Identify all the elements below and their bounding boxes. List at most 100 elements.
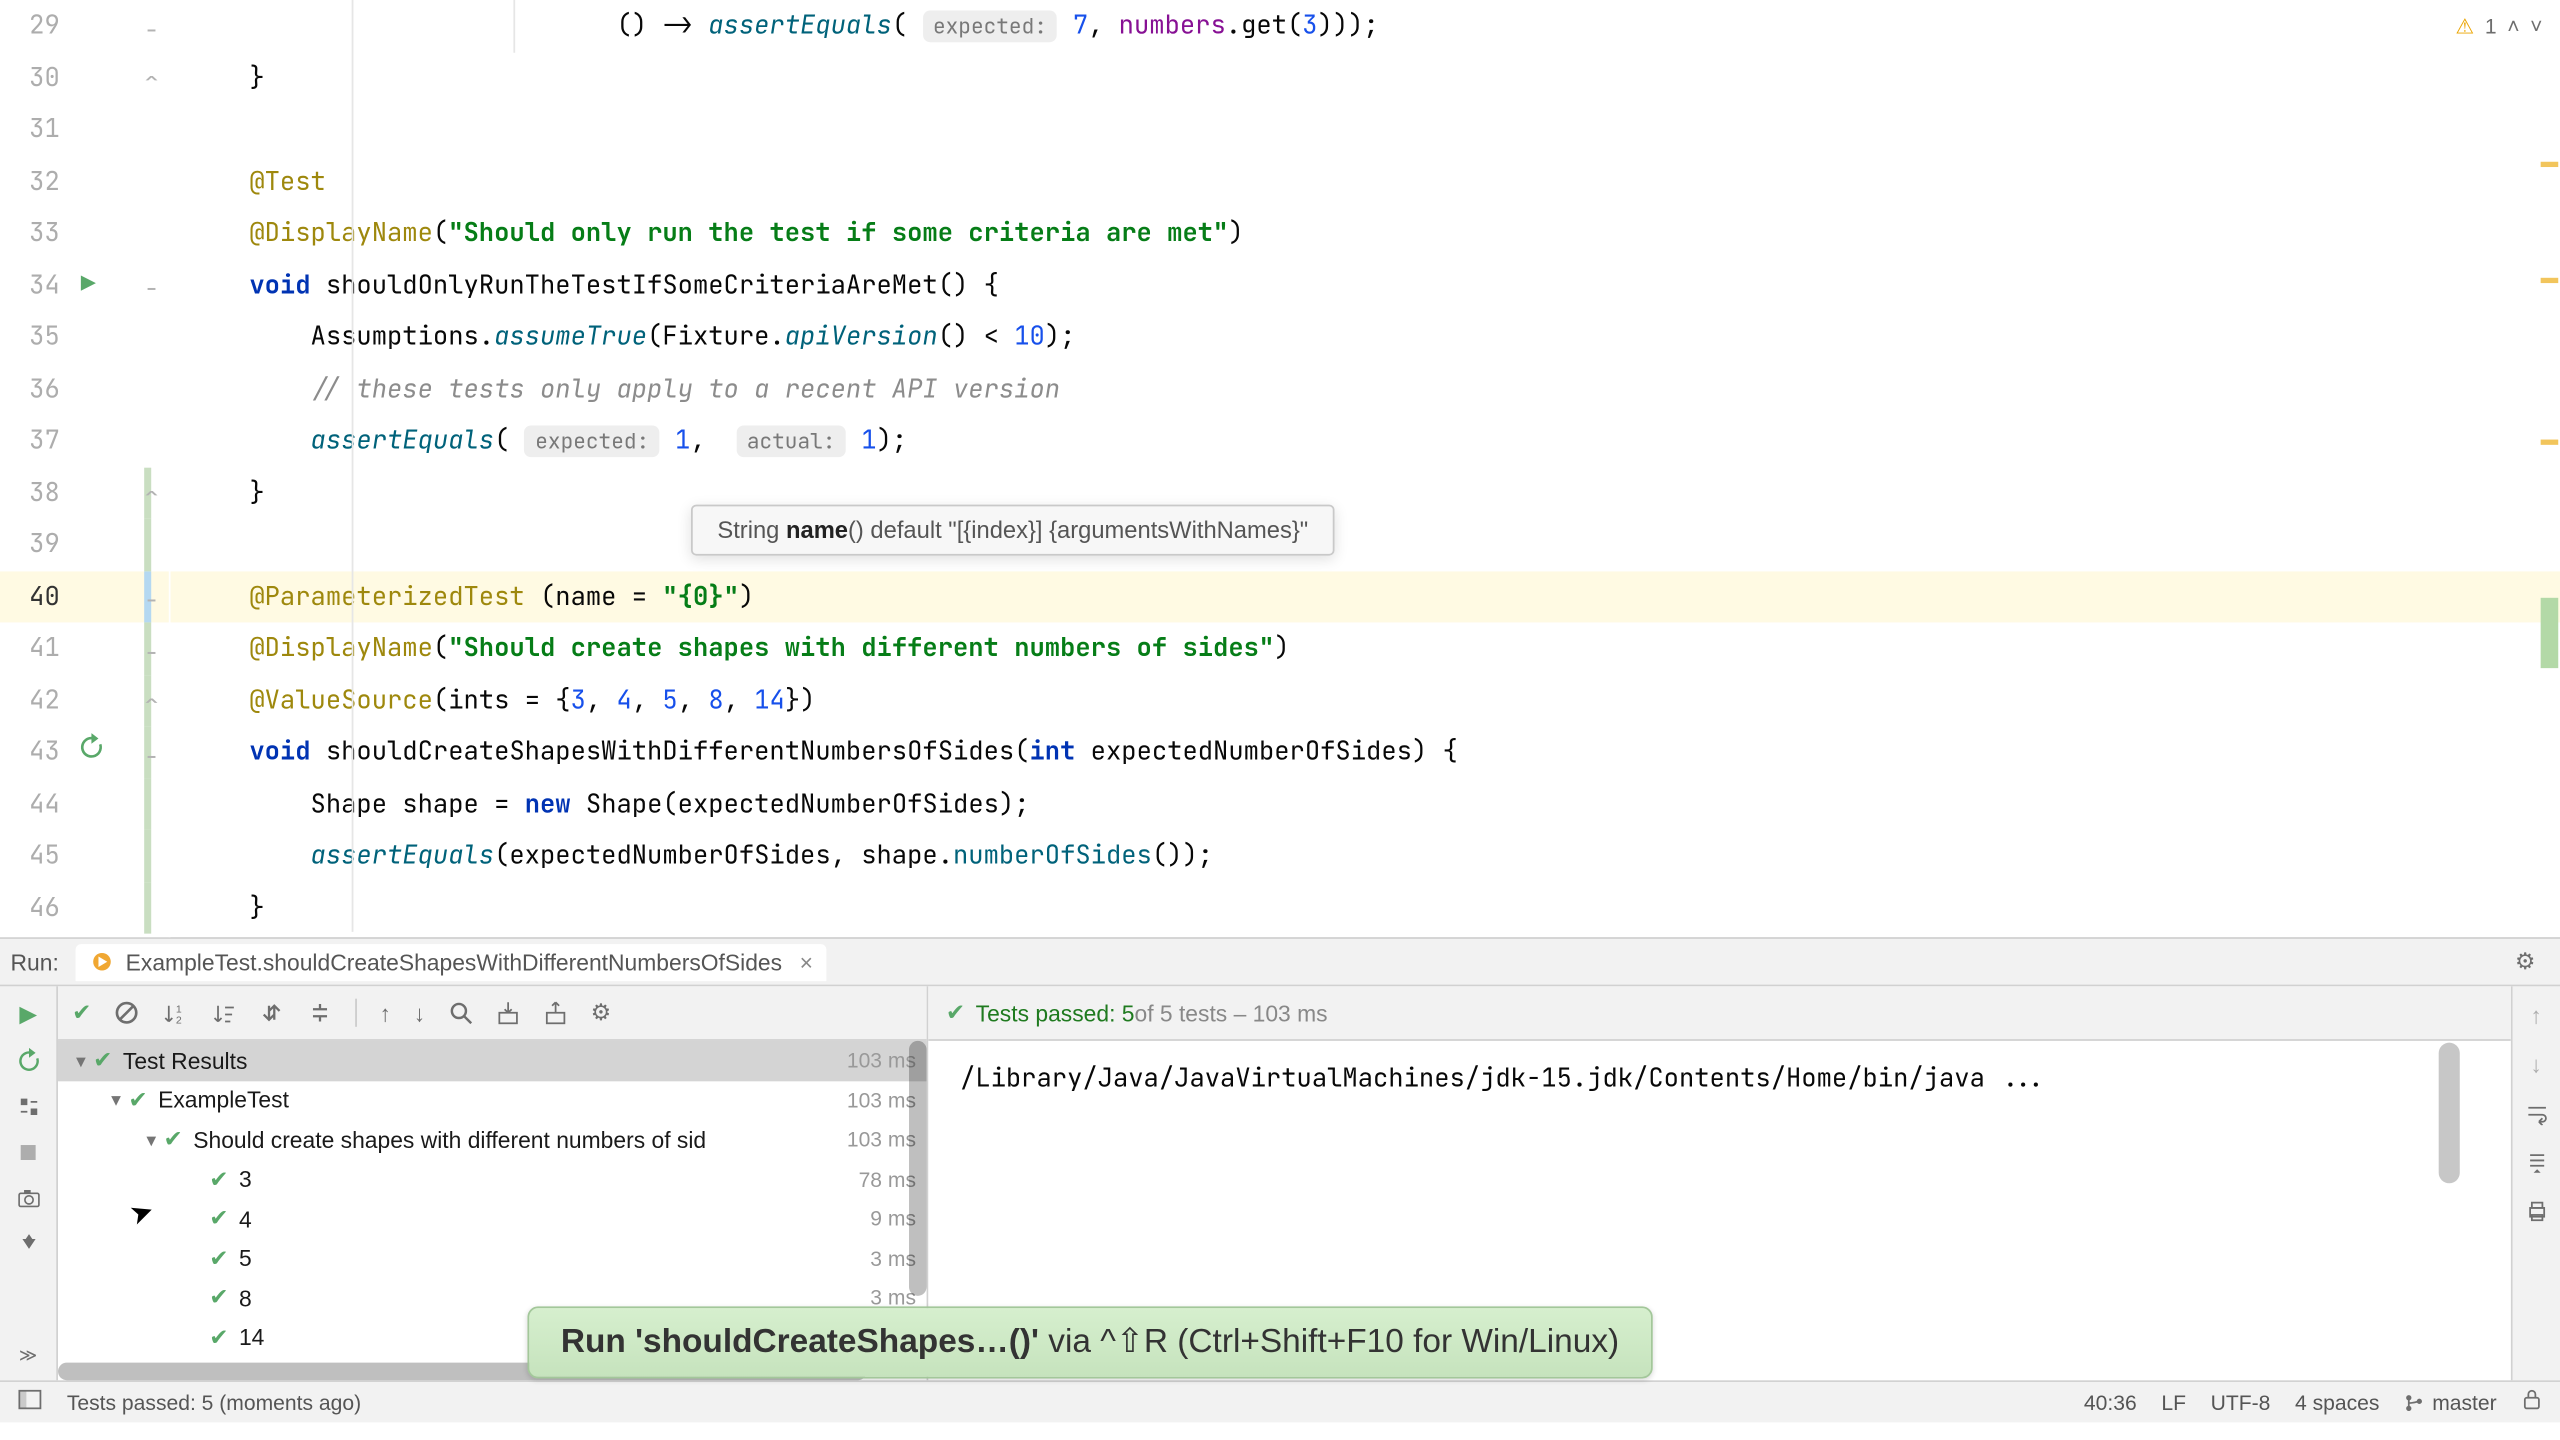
expand-all-icon[interactable] xyxy=(260,1000,285,1025)
down-icon[interactable]: ↓ xyxy=(2522,1050,2550,1078)
line-number: 40 xyxy=(0,580,60,613)
fold-icon[interactable]: − xyxy=(144,586,165,607)
tree-group[interactable]: ▾ ✔ Should create shapes with different … xyxy=(58,1120,927,1160)
tree-item[interactable]: ✔ 3 78 ms xyxy=(58,1160,927,1200)
pass-icon: ✔ xyxy=(209,1284,228,1312)
run-gutter-icon[interactable]: ▶ xyxy=(81,269,96,301)
tree-label: 4 xyxy=(239,1206,252,1232)
chevron-down-icon[interactable]: ▾ xyxy=(69,1049,94,1072)
run-tab-label: ExampleTest.shouldCreateShapesWithDiffer… xyxy=(126,949,782,975)
passed-count: Tests passed: 5 xyxy=(976,1000,1135,1026)
fold-icon[interactable]: ⌃ xyxy=(144,690,165,711)
duration: 78 ms xyxy=(859,1167,916,1192)
chevron-down-icon[interactable]: ▾ xyxy=(139,1128,164,1151)
rerun-gutter-icon[interactable] xyxy=(77,734,105,771)
console-right-toolbar: ↑ ↓ xyxy=(2511,986,2560,1380)
code-area[interactable]: () -> assertEquals( expected: 7, numbers… xyxy=(171,0,2560,937)
scroll-end-icon[interactable] xyxy=(2522,1148,2550,1176)
vertical-scrollbar[interactable] xyxy=(2439,1043,2460,1184)
tool-windows-icon[interactable] xyxy=(18,1387,43,1417)
gutter: 29− 30⌃ 31 32 33 34▶− 35 36 37 38⌃ 39 40… xyxy=(0,0,171,937)
lock-icon[interactable] xyxy=(2521,1389,2542,1415)
tree-label: 8 xyxy=(239,1285,252,1311)
branch-icon xyxy=(2404,1392,2425,1413)
up-icon[interactable]: ↑ xyxy=(2522,1000,2550,1028)
svg-text:2: 2 xyxy=(176,1013,182,1025)
fold-icon[interactable]: − xyxy=(144,638,165,659)
pass-icon: ✔ xyxy=(164,1126,183,1154)
chevron-up-icon[interactable]: ˄ xyxy=(2507,14,2519,39)
line-number: 36 xyxy=(0,372,60,405)
dump-icon[interactable] xyxy=(14,1229,42,1257)
status-message: Tests passed: 5 (moments ago) xyxy=(67,1390,361,1415)
chevron-down-icon[interactable]: ▾ xyxy=(104,1089,129,1112)
stop-icon[interactable]: ◼ xyxy=(14,1138,42,1166)
warning-count: 1 xyxy=(2485,14,2497,39)
indent[interactable]: 4 spaces xyxy=(2295,1390,2379,1415)
pass-icon: ✔ xyxy=(93,1047,112,1075)
toggle-icon[interactable] xyxy=(14,1092,42,1120)
tree-root[interactable]: ▾ ✔ Test Results 103 ms xyxy=(58,1041,927,1081)
fold-icon[interactable]: − xyxy=(144,275,165,296)
line-number: 31 xyxy=(0,113,60,146)
close-icon[interactable]: × xyxy=(800,949,813,975)
error-stripe[interactable] xyxy=(2537,0,2558,937)
run-label: Run: xyxy=(11,949,59,975)
tree-label: Should create shapes with different numb… xyxy=(193,1127,706,1153)
passed-total: of 5 tests – 103 ms xyxy=(1134,1000,1327,1026)
rerun-icon[interactable] xyxy=(14,1046,42,1074)
sort-alpha-icon[interactable]: 12 xyxy=(162,1000,188,1026)
line-number: 32 xyxy=(0,165,60,198)
fold-icon[interactable]: − xyxy=(144,742,165,763)
pass-icon: ✔ xyxy=(209,1165,228,1193)
warning-icon[interactable]: ⚠ xyxy=(2455,14,2474,39)
fold-icon[interactable]: − xyxy=(144,15,165,36)
fold-icon[interactable]: ⌃ xyxy=(144,67,165,88)
print-icon[interactable] xyxy=(2522,1197,2550,1225)
tree-label: 3 xyxy=(239,1166,252,1192)
shortcut-keys: via ^⇧R (Ctrl+Shift+F10 for Win/Linux) xyxy=(1039,1324,1619,1361)
search-icon[interactable] xyxy=(448,1000,473,1025)
console-output[interactable]: /Library/Java/JavaVirtualMachines/jdk-15… xyxy=(928,1041,2510,1117)
run-tab[interactable]: ExampleTest.shouldCreateShapesWithDiffer… xyxy=(76,943,827,980)
inspection-indicators[interactable]: ⚠1 ˄ ˅ xyxy=(2455,14,2542,39)
tree-toolbar: ✔ 12 ↑ ↓ ⚙ xyxy=(58,986,927,1041)
line-number: 41 xyxy=(0,632,60,665)
tree-label: 14 xyxy=(239,1324,264,1350)
gear-icon[interactable]: ⚙ xyxy=(2515,948,2535,976)
export-icon[interactable] xyxy=(543,1000,568,1025)
collapse-all-icon[interactable] xyxy=(308,1000,333,1025)
expand-icon[interactable]: ≫ xyxy=(14,1342,42,1370)
next-failed-icon[interactable]: ↓ xyxy=(414,1000,425,1026)
shortcut-notification: Run 'shouldCreateShapes…()' via ^⇧R (Ctr… xyxy=(527,1306,1652,1378)
line-number: 38 xyxy=(0,476,60,509)
line-separator[interactable]: LF xyxy=(2161,1390,2186,1415)
caret-position[interactable]: 40:36 xyxy=(2084,1390,2137,1415)
pass-icon: ✔ xyxy=(209,1244,228,1272)
vertical-scrollbar[interactable] xyxy=(909,1041,927,1296)
git-branch[interactable]: master xyxy=(2404,1390,2497,1415)
show-passed-icon[interactable]: ✔ xyxy=(72,999,91,1027)
line-number: 42 xyxy=(0,684,60,717)
run-config-icon xyxy=(90,949,115,974)
camera-icon[interactable] xyxy=(14,1183,42,1211)
editor[interactable]: 29− 30⌃ 31 32 33 34▶− 35 36 37 38⌃ 39 40… xyxy=(0,0,2560,937)
soft-wrap-icon[interactable] xyxy=(2522,1099,2550,1127)
pass-icon: ✔ xyxy=(128,1086,147,1114)
line-number: 30 xyxy=(0,61,60,94)
tree-item[interactable]: ✔49 ms xyxy=(58,1199,927,1239)
tree-label: ExampleTest xyxy=(158,1087,289,1113)
encoding[interactable]: UTF-8 xyxy=(2211,1390,2271,1415)
tree-label: 5 xyxy=(239,1245,252,1271)
prev-failed-icon[interactable]: ↑ xyxy=(380,1000,391,1026)
tree-item[interactable]: ✔53 ms xyxy=(58,1239,927,1279)
sort-dur-icon[interactable] xyxy=(211,1000,237,1026)
line-number: 29 xyxy=(0,9,60,42)
run-icon[interactable]: ▶ xyxy=(14,1000,42,1028)
fold-icon[interactable]: ⌃ xyxy=(144,482,165,503)
show-ignored-icon[interactable] xyxy=(114,1000,139,1025)
tree-class[interactable]: ▾ ✔ ExampleTest 103 ms xyxy=(58,1080,927,1120)
parameter-info-tooltip: String name() default "[{index}] {argume… xyxy=(691,505,1335,556)
gear-icon[interactable]: ⚙ xyxy=(591,999,611,1027)
import-icon[interactable] xyxy=(496,1000,521,1025)
